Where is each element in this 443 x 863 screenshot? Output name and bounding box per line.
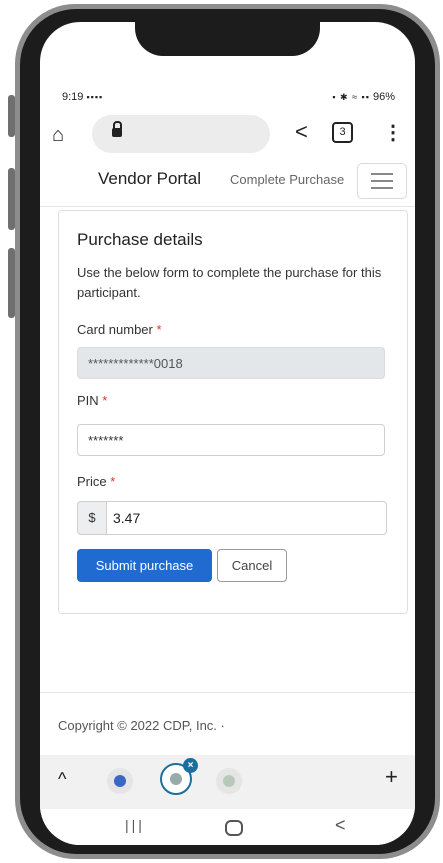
- tab-switcher-button[interactable]: 3: [332, 122, 353, 143]
- camera-notch: [135, 22, 320, 56]
- footer-divider: [40, 692, 415, 693]
- pin-label: PIN *: [77, 393, 107, 408]
- hamburger-menu-button[interactable]: [357, 163, 407, 199]
- hamburger-icon: [371, 173, 393, 175]
- site-navbar: Vendor Portal Complete Purchase: [40, 158, 415, 207]
- chevron-up-icon[interactable]: ^: [58, 769, 66, 790]
- status-right: ▪ ✱ ≈ ▪▪ 96%: [332, 91, 395, 103]
- required-mark: *: [110, 474, 116, 489]
- plus-icon[interactable]: +: [385, 764, 398, 790]
- pin-field[interactable]: [77, 424, 385, 456]
- status-left: 9:19 ▪▪▪▪: [62, 91, 103, 103]
- card-title: Purchase details: [77, 230, 203, 249]
- price-label: Price *: [77, 474, 115, 489]
- favicon-icon: [114, 775, 126, 787]
- more-vert-icon[interactable]: ⋮: [383, 120, 403, 145]
- card-number-label: Card number *: [77, 322, 162, 337]
- home-nav-icon[interactable]: [225, 820, 243, 836]
- submit-purchase-button[interactable]: Submit purchase: [77, 549, 212, 582]
- home-icon[interactable]: ⌂: [52, 124, 64, 147]
- browser-toolbar: ⌂ < 3 ⋮: [40, 110, 415, 158]
- tab-group-bubble[interactable]: [107, 768, 133, 794]
- share-icon[interactable]: <: [295, 119, 308, 145]
- favicon-icon: [170, 773, 182, 785]
- android-nav-bar: ||| <: [40, 809, 415, 845]
- required-mark: *: [102, 393, 108, 408]
- device-volume-up-button: [8, 95, 15, 137]
- favicon-icon: [223, 775, 235, 787]
- price-label-text: Price: [77, 474, 107, 489]
- back-icon[interactable]: <: [335, 815, 346, 836]
- pin-label-text: PIN: [77, 393, 99, 408]
- battery-percent: 96%: [372, 91, 395, 103]
- device-screen: 9:19 ▪▪▪▪ ▪ ✱ ≈ ▪▪ 96% ⌂ < 3 ⋮ Vendor Po…: [40, 22, 415, 845]
- notification-icons: ▪▪▪▪: [86, 92, 104, 102]
- price-field[interactable]: [106, 501, 387, 535]
- required-mark: *: [156, 322, 162, 337]
- status-bar: 9:19 ▪▪▪▪ ▪ ✱ ≈ ▪▪ 96%: [62, 88, 395, 106]
- footer-copyright: Copyright © 2022 CDP, Inc. ·: [58, 718, 225, 733]
- hamburger-icon: [371, 180, 393, 182]
- price-input-group: $: [77, 501, 387, 535]
- hamburger-icon: [371, 187, 393, 189]
- url-bar[interactable]: [92, 115, 270, 153]
- device-power-button: [8, 248, 15, 318]
- card-description: Use the below form to complete the purch…: [77, 265, 382, 300]
- brand-link[interactable]: Vendor Portal: [98, 169, 201, 189]
- card-number-field: [77, 347, 385, 379]
- purchase-card: Purchase details Use the below form to c…: [58, 210, 408, 614]
- tab-group-bubble[interactable]: [216, 768, 242, 794]
- nav-page-label[interactable]: Complete Purchase: [230, 172, 344, 187]
- status-time: 9:19: [62, 91, 84, 103]
- cancel-button[interactable]: Cancel: [217, 549, 287, 582]
- card-number-label-text: Card number: [77, 322, 153, 337]
- currency-addon: $: [77, 501, 107, 535]
- close-icon[interactable]: ×: [183, 758, 198, 773]
- device-volume-down-button: [8, 168, 15, 230]
- recents-icon[interactable]: |||: [125, 817, 145, 833]
- system-icons: ▪ ✱ ≈ ▪▪: [332, 92, 370, 102]
- lock-icon: [112, 121, 122, 137]
- browser-bottom-bar: ^ × +: [40, 755, 415, 809]
